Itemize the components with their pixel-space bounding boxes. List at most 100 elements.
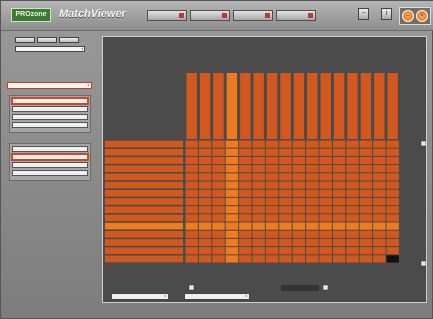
analysis-item-8[interactable] — [12, 170, 88, 176]
matrix-cell — [332, 214, 346, 222]
matrix-cell — [359, 238, 373, 247]
matrix-cell — [386, 238, 399, 247]
matrix-cell — [373, 197, 386, 206]
matrix-cell — [225, 206, 239, 214]
matrix-cell — [306, 173, 319, 181]
matrix-cell — [265, 255, 279, 263]
prozone-logo: PROzone — [11, 8, 51, 22]
minus-button[interactable]: − — [358, 8, 369, 20]
matrix-cell — [346, 247, 359, 255]
matrix-cell — [265, 173, 279, 181]
chevron-down-icon: ▾ — [81, 47, 83, 51]
matrix-cell — [252, 173, 265, 181]
analysis-item-3[interactable] — [12, 114, 88, 120]
matrix-cell — [386, 173, 399, 181]
view-button-3[interactable] — [59, 37, 79, 43]
mode-select[interactable]: ▾ — [7, 82, 92, 89]
matrix-cell — [212, 197, 225, 206]
matrix-cell — [279, 165, 292, 173]
tab-4[interactable] — [276, 10, 316, 21]
analysis-item-1[interactable] — [11, 97, 89, 105]
matrix-cell — [319, 230, 332, 238]
analysis-item-4[interactable] — [12, 122, 88, 128]
matrix-cell — [386, 189, 399, 197]
column-header-bar — [253, 73, 264, 139]
matrix-cell — [252, 140, 265, 148]
matrix-cell — [198, 247, 212, 255]
matrix-cell — [386, 165, 399, 173]
matrix-cell — [239, 165, 252, 173]
tab-3[interactable] — [233, 10, 273, 21]
matrix-cell — [198, 255, 212, 263]
matrix-cell — [225, 214, 239, 222]
close-window-button[interactable]: × — [416, 10, 428, 22]
matrix-cell — [198, 140, 212, 148]
row-label-bar — [105, 181, 183, 189]
matrix-cell — [319, 238, 332, 247]
matrix-cell — [252, 197, 265, 206]
tab-close-icon[interactable] — [179, 13, 184, 18]
matrix-cell — [185, 156, 198, 165]
matrix-cell — [279, 247, 292, 255]
matrix-cell — [292, 197, 306, 206]
matrix-cell — [279, 214, 292, 222]
info-button[interactable]: i — [381, 8, 392, 20]
column-header-bar — [320, 73, 331, 139]
matrix-cell — [212, 238, 225, 247]
matrix-cell — [212, 189, 225, 197]
column-header-bar — [266, 73, 278, 139]
analysis-item-5[interactable] — [12, 146, 88, 152]
matrix-cell — [239, 148, 252, 156]
matrix-cell — [279, 206, 292, 214]
tab-close-icon[interactable] — [265, 13, 270, 18]
analysis-item-2[interactable] — [12, 106, 88, 112]
analysis-item-7[interactable] — [12, 162, 88, 168]
column-header-bar — [199, 73, 211, 139]
matrix-cell — [225, 181, 239, 189]
matrix-cell — [373, 238, 386, 247]
matrix-cell — [212, 214, 225, 222]
matrix-cell — [239, 197, 252, 206]
column-header-bar — [347, 73, 358, 139]
matrix-cell — [185, 230, 198, 238]
tab-2[interactable] — [190, 10, 230, 21]
matrix-cell — [386, 197, 399, 206]
matrix-cell — [225, 165, 239, 173]
matrix-cell — [306, 230, 319, 238]
matrix-cell — [359, 197, 373, 206]
matrix-cell — [292, 189, 306, 197]
matrix-cell — [346, 214, 359, 222]
view-button-1[interactable] — [15, 37, 35, 43]
matrix-cell — [332, 238, 346, 247]
matrix-cell — [185, 173, 198, 181]
matrix-cell — [319, 165, 332, 173]
matrix-cell — [332, 206, 346, 214]
matrix-cell — [212, 206, 225, 214]
scroll-handle — [420, 260, 426, 267]
matrix-cell — [212, 156, 225, 165]
event-select[interactable]: ▾ — [184, 293, 250, 300]
tab-close-icon[interactable] — [308, 13, 313, 18]
matrix-cell — [359, 222, 373, 230]
passing-matrix — [105, 73, 426, 291]
view-button-2[interactable] — [37, 37, 57, 43]
column-header-bar — [360, 73, 372, 139]
matrix-cell — [225, 148, 239, 156]
matrix-cell — [198, 148, 212, 156]
team-select[interactable]: ▾ — [15, 46, 85, 52]
scroll-handle — [420, 140, 426, 147]
matrix-cell — [373, 148, 386, 156]
matrix-cell — [319, 181, 332, 189]
tab-1[interactable] — [147, 10, 187, 21]
period-select[interactable]: ▾ — [111, 293, 169, 300]
matrix-cell — [306, 255, 319, 263]
column-header-bar — [293, 73, 305, 139]
minimize-window-button[interactable]: – — [402, 10, 414, 22]
matrix-cell — [292, 148, 306, 156]
tab-close-icon[interactable] — [222, 13, 227, 18]
analysis-item-6[interactable] — [11, 153, 89, 161]
column-header-bar — [280, 73, 291, 139]
matrix-cell — [225, 238, 239, 247]
matrix-cell — [279, 238, 292, 247]
matrix-cell — [306, 222, 319, 230]
